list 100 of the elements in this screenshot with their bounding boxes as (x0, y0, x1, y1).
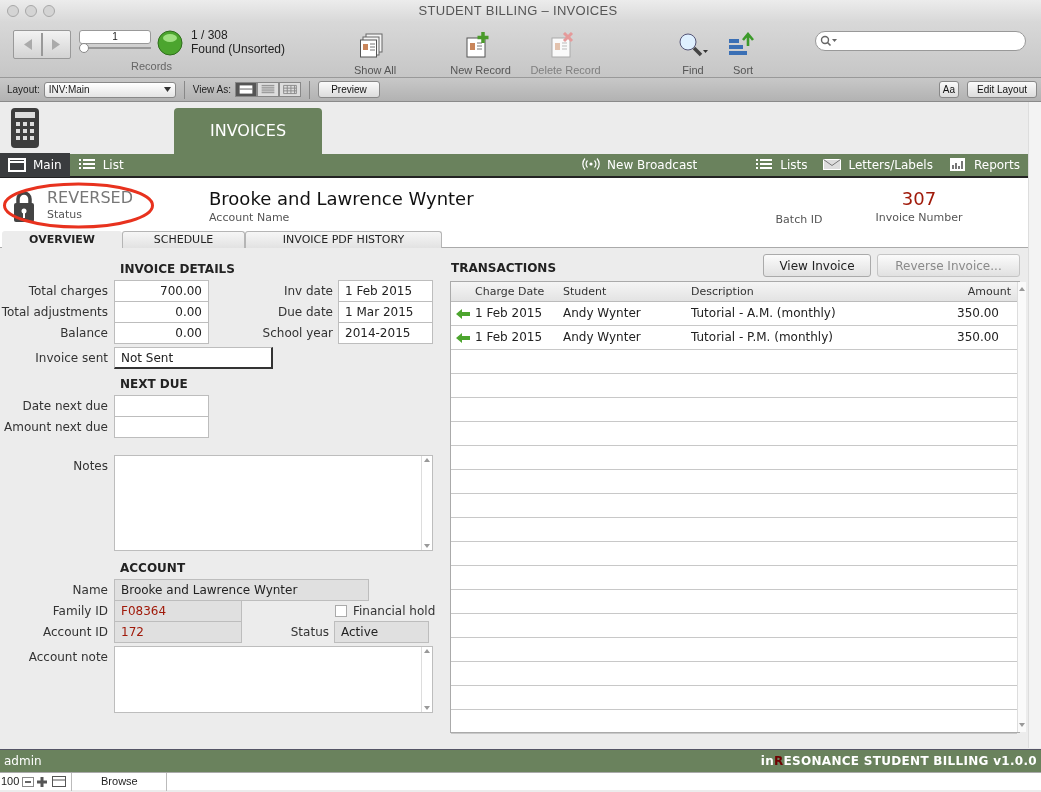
nav-link[interactable]: New Broadcast (574, 153, 706, 177)
app-version: inRESONANCE STUDENT BILLING v1.0.0 (760, 753, 1037, 770)
nav-link[interactable]: Reports (940, 153, 1028, 177)
search-field[interactable] (815, 31, 1026, 51)
table-cell: Andy Wynter (563, 306, 641, 320)
account-name: Brooke and Lawrence Wynter (209, 188, 475, 210)
notes-field[interactable] (114, 455, 433, 551)
scroll-down-icon[interactable] (423, 542, 431, 550)
input-field[interactable]: F08364 (114, 600, 242, 622)
field-label: Due date (277, 305, 333, 319)
nav-tab[interactable]: Main (0, 153, 70, 177)
records-label: Records (131, 60, 172, 72)
view-as-form-button[interactable] (235, 82, 257, 97)
new-record-button[interactable]: New Record (438, 30, 524, 78)
edit-layout-button[interactable]: Edit Layout (967, 81, 1037, 98)
broadcast-icon (582, 158, 601, 172)
input-field[interactable]: 1 Mar 2015 (338, 301, 433, 323)
invoice-number: 307 (900, 188, 938, 210)
scrollbar[interactable] (1028, 102, 1041, 748)
zoom-window-button[interactable] (43, 5, 55, 17)
invoices-tab[interactable]: INVOICES (174, 108, 322, 154)
zoom-level: 100 (1, 774, 20, 790)
form-tab[interactable]: SCHEDULE (122, 231, 245, 248)
field-label: School year (262, 326, 333, 340)
list-icon (755, 158, 774, 172)
account-note-field[interactable] (114, 646, 433, 713)
nav-tab[interactable]: List (69, 153, 132, 177)
table-cell: Andy Wynter (563, 330, 641, 344)
table-cell: 1 Feb 2015 (475, 330, 543, 344)
column-header: Charge Date (475, 285, 545, 298)
account-name-label: Account Name (209, 210, 291, 226)
input-field[interactable]: Active (334, 621, 429, 643)
input-field[interactable] (114, 416, 209, 438)
envelope-icon (823, 158, 842, 172)
input-field[interactable]: 0.00 (114, 322, 209, 344)
nav-link[interactable]: Letters/Labels (815, 153, 941, 177)
found-status: Found (Unsorted) (191, 42, 286, 56)
font-button[interactable]: Aa (938, 81, 959, 98)
status-label: Status (47, 207, 84, 223)
field-label: Balance (60, 326, 108, 340)
minimize-window-button[interactable] (25, 5, 37, 17)
input-field[interactable]: 172 (114, 621, 242, 643)
input-field[interactable]: 0.00 (114, 301, 209, 323)
field-label: Name (72, 583, 108, 597)
form-tab[interactable]: OVERVIEW (2, 231, 122, 248)
caret-icon (163, 87, 171, 92)
input-field[interactable]: 1 Feb 2015 (338, 280, 433, 302)
zoom-out-button[interactable] (22, 776, 35, 787)
invoice-number-label: Invoice Number (874, 210, 964, 226)
field-label: Inv date (283, 284, 333, 298)
field-label: Notes (73, 459, 108, 473)
view-as-table-button[interactable] (279, 82, 301, 97)
input-field[interactable]: 700.00 (114, 280, 209, 302)
mode-label: Browse (101, 774, 138, 787)
show-all-button[interactable]: Show All (345, 30, 406, 78)
status-indicator-icon (157, 30, 183, 56)
column-header: Amount (967, 285, 1011, 298)
table-cell: Tutorial - P.M. (monthly) (691, 330, 833, 344)
table-cell: 350.00 (957, 306, 999, 320)
record-number-field[interactable]: 1 (79, 30, 151, 44)
scroll-up-icon[interactable] (423, 456, 431, 464)
table-cell: 1 Feb 2015 (475, 306, 543, 320)
field-label: Date next due (22, 399, 108, 413)
list-icon (77, 158, 96, 172)
scroll-down-icon[interactable] (1018, 721, 1026, 729)
arrow-icon (456, 308, 470, 319)
section-heading: ACCOUNT (120, 561, 187, 575)
field-label: Family ID (52, 604, 108, 618)
bar-chart-icon (948, 158, 967, 172)
section-heading: NEXT DUE (120, 377, 189, 391)
layout-dropdown[interactable]: INV:Main (43, 81, 176, 98)
scrollbar[interactable] (1017, 282, 1026, 732)
scroll-up-icon[interactable] (423, 647, 431, 655)
input-field[interactable]: Brooke and Lawrence Wynter (114, 579, 369, 601)
checkbox[interactable] (335, 605, 347, 617)
scroll-down-icon[interactable] (423, 704, 431, 712)
input-field[interactable]: Not Sent (114, 347, 273, 369)
zoom-in-button[interactable] (36, 775, 49, 788)
field-label: Invoice sent (35, 351, 108, 365)
action-button[interactable]: View Invoice (763, 254, 871, 277)
toggle-toolbar-button[interactable] (52, 776, 67, 787)
close-window-button[interactable] (7, 5, 19, 17)
form-tab[interactable]: INVOICE PDF HISTORY (245, 231, 442, 248)
field-label: Amount next due (4, 420, 108, 434)
found-count: 1 / 308 (191, 28, 229, 42)
search-icon (820, 35, 838, 47)
window-icon (8, 158, 26, 172)
scroll-up-icon[interactable] (1018, 285, 1026, 293)
column-header: Description (691, 285, 754, 298)
preview-button[interactable]: Preview (318, 81, 380, 98)
nav-link[interactable]: Lists (747, 153, 816, 177)
field-label: Account note (28, 650, 108, 664)
section-heading: TRANSACTIONS (451, 260, 557, 277)
arrow-icon (456, 332, 470, 343)
column-header: Student (563, 285, 607, 298)
input-field[interactable] (114, 395, 209, 417)
record-navigator[interactable] (13, 30, 71, 59)
input-field[interactable]: 2014-2015 (338, 322, 433, 344)
field-label: Status (290, 625, 329, 639)
search-icon (678, 32, 709, 58)
